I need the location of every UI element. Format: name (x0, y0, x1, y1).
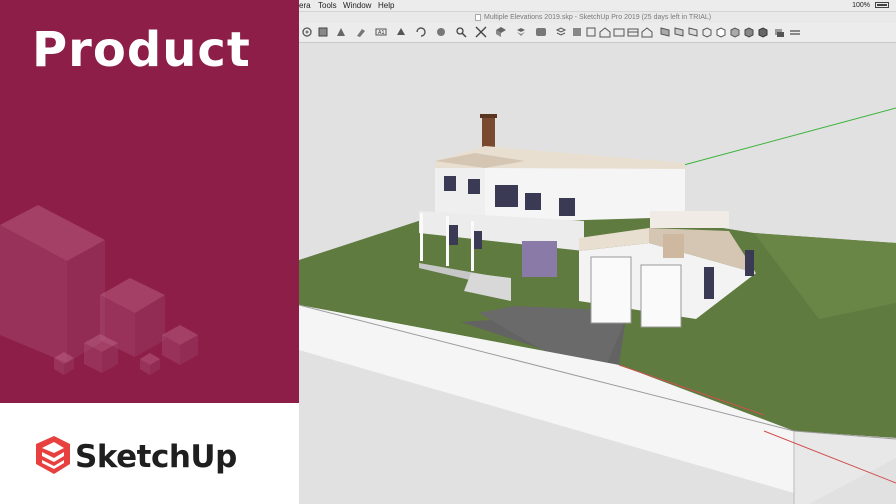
sketchup-logo-icon (36, 436, 70, 474)
svg-text:A1: A1 (378, 30, 385, 36)
orbit-icon[interactable] (301, 26, 313, 38)
window-title: Multiple Elevations 2019.skp - SketchUp … (484, 14, 712, 21)
document-icon (475, 14, 481, 21)
shaded-icon[interactable] (729, 26, 741, 38)
battery-icon (875, 2, 889, 8)
left-view-icon[interactable] (641, 26, 653, 38)
menu-help[interactable]: Help (378, 0, 394, 11)
styles-icon[interactable] (535, 26, 547, 38)
zoom-icon[interactable] (455, 26, 467, 38)
promo-title: Product (32, 22, 251, 78)
zoom-extents-icon[interactable] (475, 26, 487, 38)
select-icon[interactable] (317, 26, 329, 38)
menu-window[interactable]: Window (343, 0, 371, 11)
paint-bucket-icon[interactable] (335, 26, 347, 38)
move-icon[interactable] (435, 26, 447, 38)
section-plane-icon[interactable] (659, 26, 671, 38)
eraser-icon[interactable] (355, 26, 367, 38)
main-toolbar: A1 (299, 23, 896, 43)
warehouse-icon[interactable] (495, 26, 507, 38)
section-display-icon[interactable] (673, 26, 685, 38)
fog-icon[interactable] (789, 26, 801, 38)
rotate-icon[interactable] (415, 26, 427, 38)
menu-tools[interactable]: Tools (318, 0, 337, 11)
iso-view-icon[interactable] (571, 26, 583, 38)
right-view-icon[interactable] (613, 26, 625, 38)
back-view-icon[interactable] (627, 26, 639, 38)
title-bar: Multiple Elevations 2019.skp - SketchUp … (299, 12, 896, 23)
decorative-cubes-graphic (0, 205, 198, 375)
promo-panel: Product (0, 0, 299, 403)
menu-camera[interactable]: era (299, 0, 311, 11)
text-icon[interactable]: A1 (375, 26, 387, 38)
textured-icon[interactable] (743, 26, 755, 38)
pushpull-icon[interactable] (395, 26, 407, 38)
monochrome-icon[interactable] (757, 26, 769, 38)
zoom-level: 100% (852, 2, 870, 9)
brand-name: SketchUp (75, 439, 237, 475)
hidden-line-icon[interactable] (715, 26, 727, 38)
sketchup-window: era Tools Window Help 100% Multiple Elev… (299, 0, 896, 504)
top-view-icon[interactable] (585, 26, 597, 38)
components-icon[interactable] (515, 26, 527, 38)
menu-bar: era Tools Window Help 100% (299, 0, 896, 12)
front-view-icon[interactable] (599, 26, 611, 38)
wireframe-icon[interactable] (701, 26, 713, 38)
3d-model-viewport[interactable] (299, 43, 896, 504)
layers-icon[interactable] (555, 26, 567, 38)
shadows-icon[interactable] (773, 26, 785, 38)
xray-icon[interactable] (687, 26, 699, 38)
